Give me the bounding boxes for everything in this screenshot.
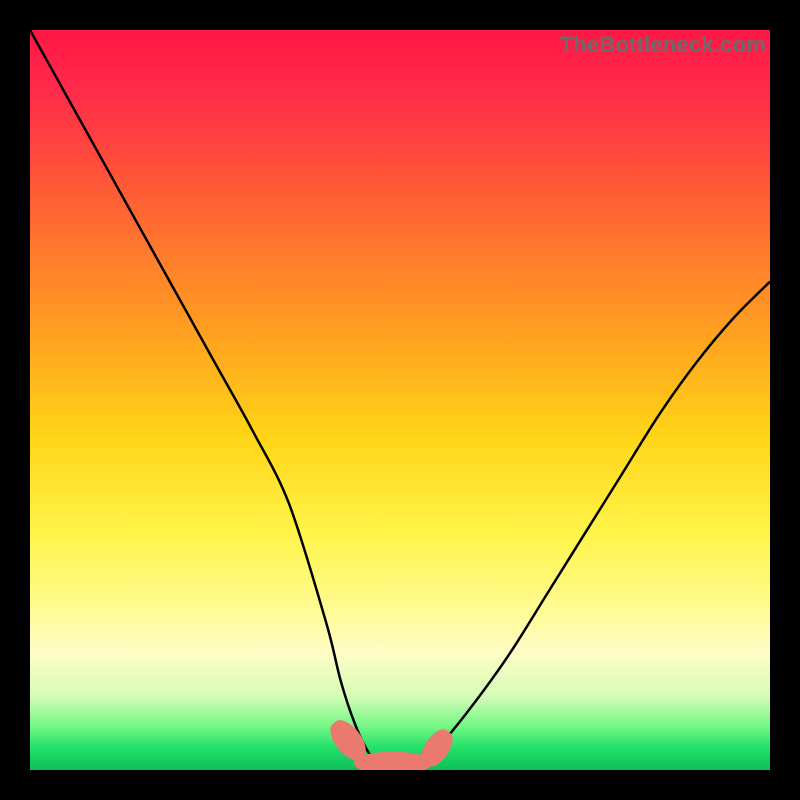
plot-frame — [30, 30, 770, 770]
bottleneck-curve — [30, 30, 770, 770]
watermark-text: TheBottleneck.com — [560, 32, 766, 58]
marker-blob-mid — [354, 752, 432, 770]
